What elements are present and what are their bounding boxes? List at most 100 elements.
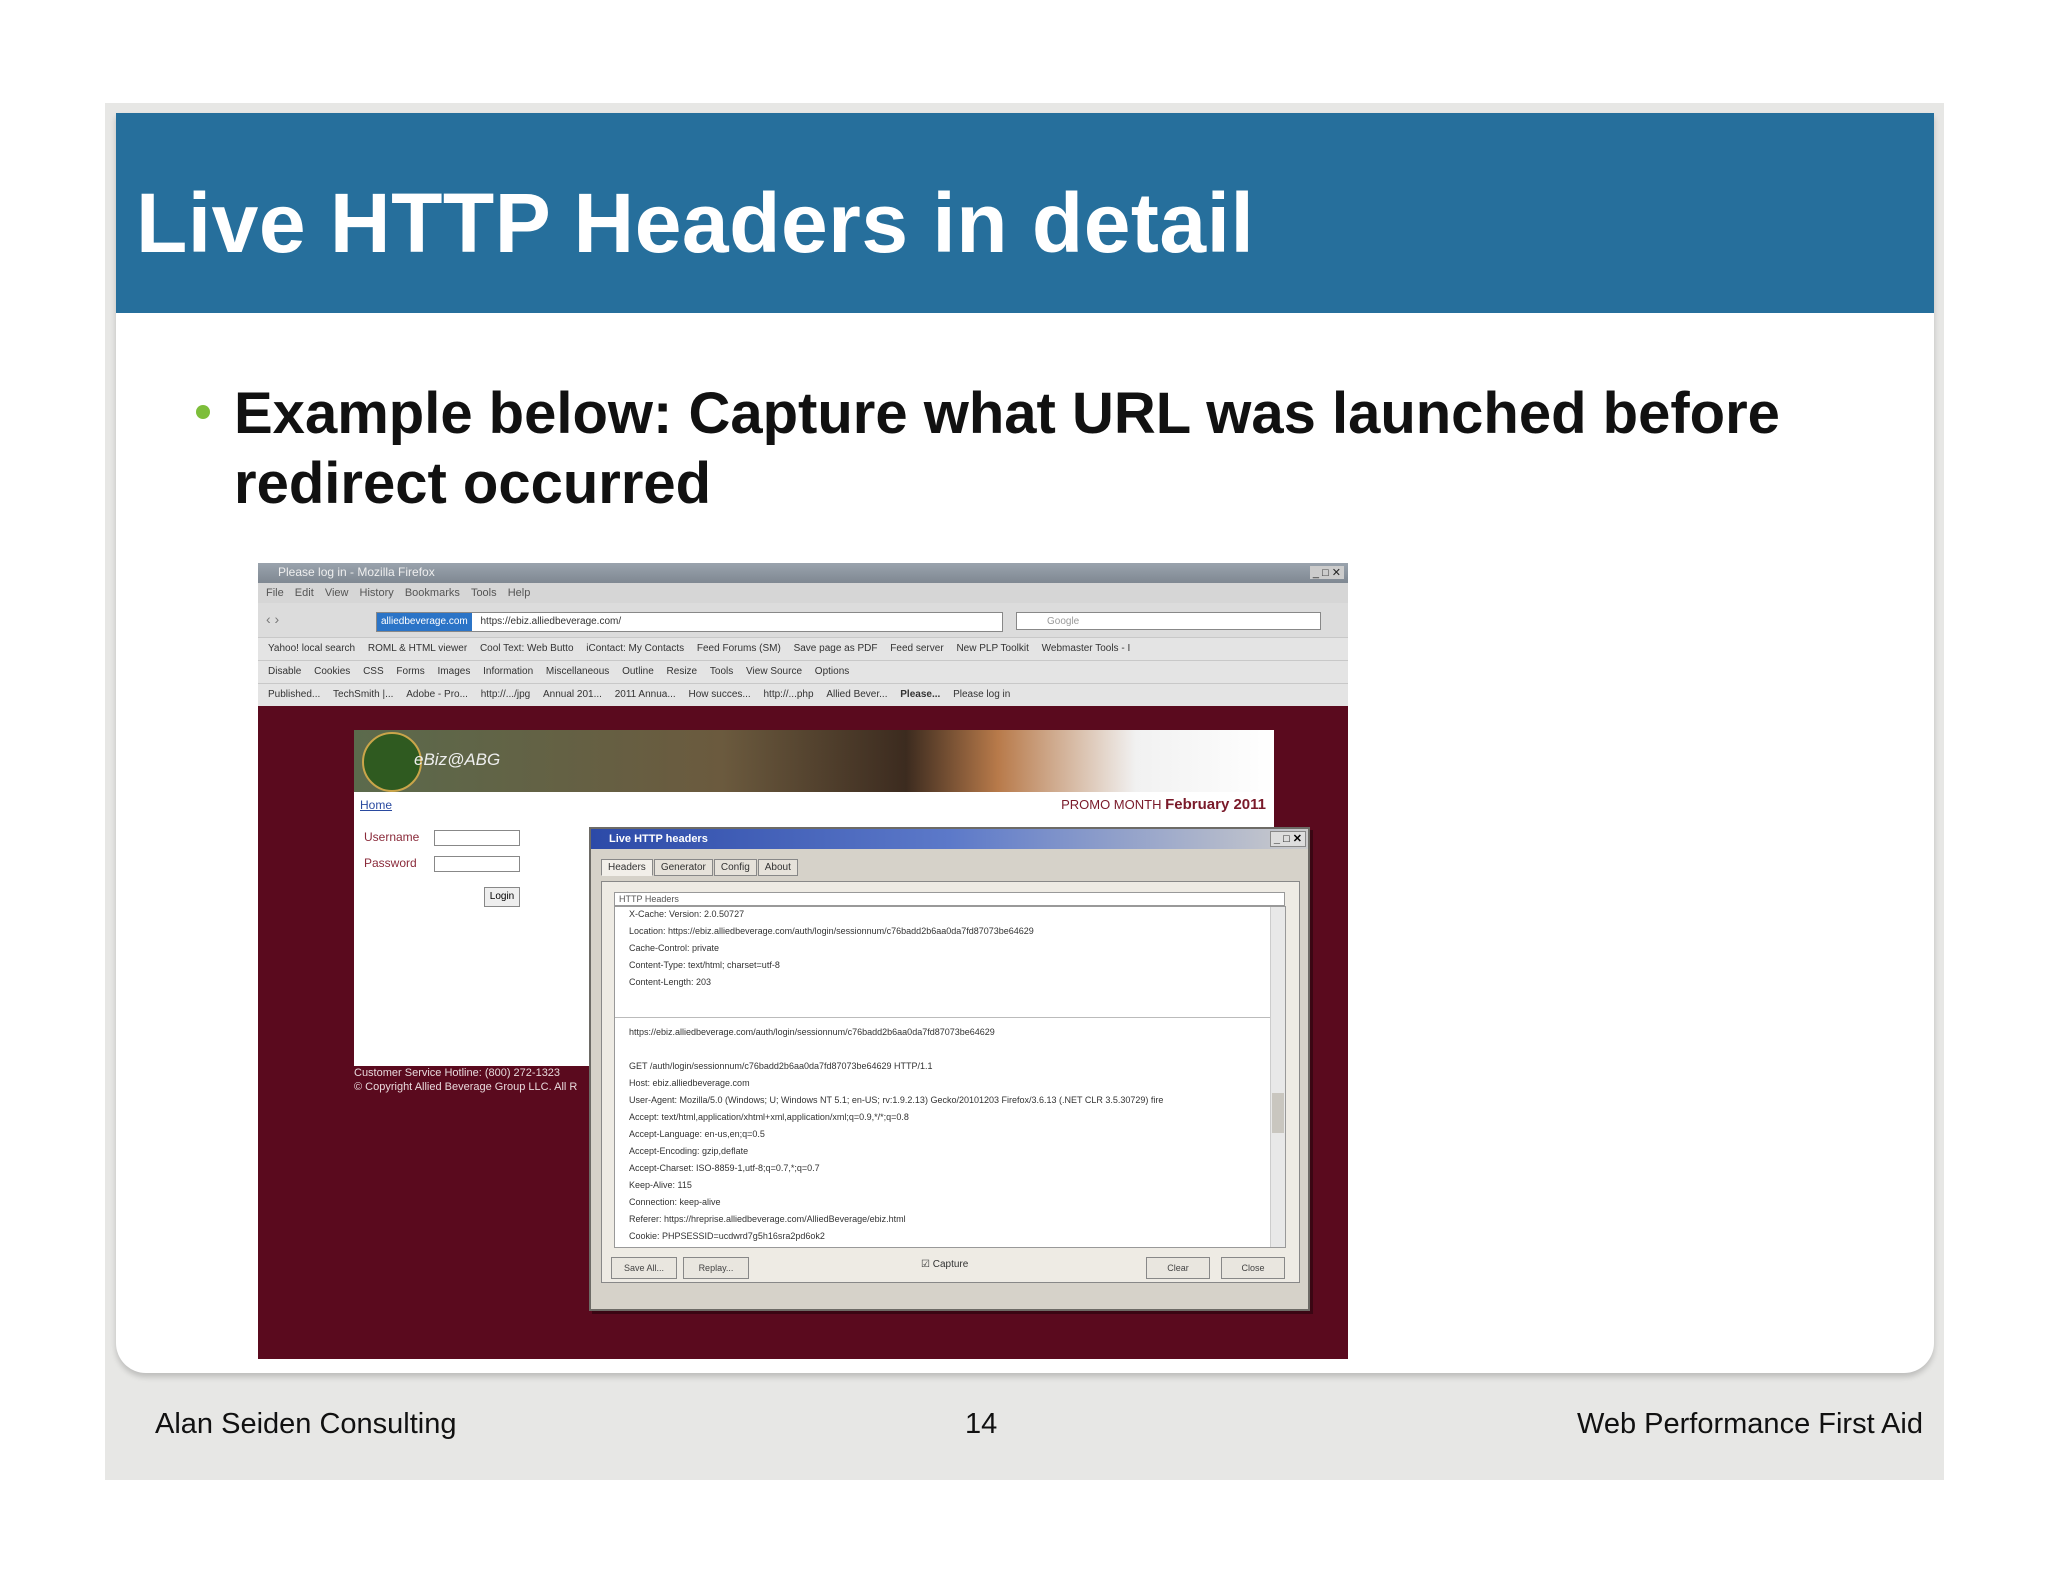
home-link[interactable]: Home bbox=[360, 798, 392, 812]
browser-tab[interactable]: TechSmith |... bbox=[333, 689, 393, 700]
browser-tab-active[interactable]: Please... bbox=[900, 689, 940, 700]
header-line: GET /auth/login/sessionnum/c76badd2b6aa0… bbox=[629, 1061, 933, 1071]
footer-presentation-title: Web Performance First Aid bbox=[1577, 1408, 1923, 1440]
webdev-item[interactable]: Forms bbox=[396, 666, 424, 677]
header-line: User-Agent: Mozilla/5.0 (Windows; U; Win… bbox=[629, 1095, 1164, 1105]
scroll-thumb[interactable] bbox=[1272, 1093, 1284, 1133]
header-line: Content-Type: text/html; charset=utf-8 bbox=[629, 960, 780, 970]
dialog-title-bar: Live HTTP headers _ □ ✕ bbox=[591, 829, 1308, 849]
menu-file[interactable]: File bbox=[266, 587, 284, 599]
bullet-text: Example below: Capture what URL was laun… bbox=[234, 381, 1780, 516]
back-icon[interactable]: ‹ › bbox=[266, 611, 279, 627]
webdev-item[interactable]: Outline bbox=[622, 666, 654, 677]
browser-tab[interactable]: Allied Bever... bbox=[826, 689, 887, 700]
webdev-item[interactable]: View Source bbox=[746, 666, 802, 677]
header-line: Content-Length: 203 bbox=[629, 977, 712, 987]
dialog-window-controls[interactable]: _ □ ✕ bbox=[1269, 831, 1306, 847]
username-field[interactable] bbox=[434, 830, 520, 846]
tab-generator[interactable]: Generator bbox=[653, 859, 713, 876]
site-banner: eBiz@ABG bbox=[354, 730, 1274, 792]
browser-screenshot: Please log in - Mozilla Firefox _ □ ✕ Fi… bbox=[258, 563, 1348, 1359]
tab-headers[interactable]: Headers bbox=[601, 859, 653, 876]
http-headers-column: HTTP Headers bbox=[614, 892, 1285, 906]
browser-tab[interactable]: Published... bbox=[268, 689, 320, 700]
webdev-item[interactable]: Miscellaneous bbox=[546, 666, 609, 677]
title-bar: Live HTTP Headers in detail bbox=[116, 113, 1934, 313]
header-line: Keep-Alive: 115 bbox=[629, 1180, 692, 1190]
menu-help[interactable]: Help bbox=[508, 587, 531, 599]
bookmark-item[interactable]: Webmaster Tools - I bbox=[1042, 643, 1131, 654]
login-button[interactable]: Login bbox=[484, 887, 520, 907]
vertical-scrollbar[interactable] bbox=[1270, 907, 1285, 1247]
bookmark-item[interactable]: Feed server bbox=[890, 643, 943, 654]
menu-edit[interactable]: Edit bbox=[295, 587, 314, 599]
webdev-item[interactable]: Images bbox=[438, 666, 471, 677]
headers-panel: HTTP Headers X-Cache: Version: 2.0.50727… bbox=[601, 881, 1300, 1283]
bookmark-item[interactable]: ROML & HTML viewer bbox=[368, 643, 467, 654]
menu-view[interactable]: View bbox=[325, 587, 349, 599]
browser-tab[interactable]: Annual 201... bbox=[543, 689, 602, 700]
bullet-icon bbox=[196, 405, 210, 419]
webdev-item[interactable]: Tools bbox=[710, 666, 733, 677]
webdev-item[interactable]: Options bbox=[815, 666, 849, 677]
site-footer: Customer Service Hotline: (800) 272-1323… bbox=[354, 1066, 594, 1106]
header-line: Cache-Control: private bbox=[629, 943, 720, 953]
browser-tab[interactable]: How succes... bbox=[688, 689, 750, 700]
menu-history[interactable]: History bbox=[360, 587, 394, 599]
browser-tab[interactable]: http://...php bbox=[764, 689, 814, 700]
firefox-title-bar: Please log in - Mozilla Firefox _ □ ✕ bbox=[258, 563, 1348, 583]
webdev-item[interactable]: Cookies bbox=[314, 666, 350, 677]
save-all-button[interactable]: Save All... bbox=[611, 1257, 677, 1279]
window-controls[interactable]: _ □ ✕ bbox=[1309, 566, 1344, 579]
capture-label: Capture bbox=[932, 1259, 969, 1270]
header-line: Location: https://ebiz.alliedbeverage.co… bbox=[629, 926, 1034, 936]
window-title: Please log in - Mozilla Firefox bbox=[278, 565, 435, 579]
password-label: Password bbox=[364, 856, 417, 870]
logo-seal-icon bbox=[362, 732, 422, 792]
bookmarks-toolbar: Yahoo! local search ROML & HTML viewer C… bbox=[258, 637, 1348, 660]
capture-checkbox[interactable]: ☑ Capture bbox=[921, 1259, 968, 1270]
browser-tab[interactable]: http://.../jpg bbox=[481, 689, 530, 700]
tab-about[interactable]: About bbox=[757, 859, 798, 876]
header-line: Accept-Language: en-us,en;q=0.5 bbox=[629, 1129, 765, 1139]
header-line: Accept-Charset: ISO-8859-1,utf-8;q=0.7,*… bbox=[629, 1163, 820, 1173]
promo-month-label: PROMO MONTH bbox=[1061, 797, 1162, 812]
bookmark-item[interactable]: Cool Text: Web Butto bbox=[480, 643, 574, 654]
promo-month: PROMO MONTH February 2011 bbox=[1061, 796, 1266, 813]
url-bar[interactable]: alliedbeverage.com https://ebiz.alliedbe… bbox=[376, 612, 1003, 632]
dialog-title: Live HTTP headers bbox=[609, 833, 708, 845]
menu-bookmarks[interactable]: Bookmarks bbox=[405, 587, 460, 599]
browser-tab[interactable]: Adobe - Pro... bbox=[406, 689, 468, 700]
clear-button[interactable]: Clear bbox=[1146, 1257, 1210, 1279]
web-developer-toolbar: Disable Cookies CSS Forms Images Informa… bbox=[258, 660, 1348, 683]
tab-strip: Published... TechSmith |... Adobe - Pro.… bbox=[258, 683, 1348, 706]
webdev-item[interactable]: Information bbox=[483, 666, 533, 677]
dialog-tabs: Headers Generator Config About bbox=[601, 859, 799, 876]
header-line: X-Cache: Version: 2.0.50727 bbox=[629, 909, 745, 919]
password-field[interactable] bbox=[434, 856, 520, 872]
bookmark-item[interactable]: New PLP Toolkit bbox=[956, 643, 1028, 654]
bookmark-item[interactable]: Save page as PDF bbox=[794, 643, 878, 654]
browser-tab[interactable]: Please log in bbox=[953, 689, 1010, 700]
footer-author: Alan Seiden Consulting bbox=[155, 1408, 457, 1440]
bookmark-item[interactable]: iContact: My Contacts bbox=[586, 643, 684, 654]
header-line: Accept: text/html,application/xhtml+xml,… bbox=[629, 1112, 909, 1122]
tab-config[interactable]: Config bbox=[713, 859, 757, 876]
menu-tools[interactable]: Tools bbox=[471, 587, 497, 599]
logo-text: eBiz@ABG bbox=[414, 750, 501, 769]
headers-list[interactable]: X-Cache: Version: 2.0.50727 Location: ht… bbox=[614, 906, 1286, 1248]
close-button[interactable]: Close bbox=[1221, 1257, 1285, 1279]
browser-tab[interactable]: 2011 Annua... bbox=[615, 689, 676, 700]
webdev-item[interactable]: CSS bbox=[363, 666, 384, 677]
request-separator bbox=[615, 1017, 1285, 1018]
replay-button[interactable]: Replay... bbox=[683, 1257, 749, 1279]
menu-bar: File Edit View History Bookmarks Tools H… bbox=[258, 583, 1348, 603]
webdev-item[interactable]: Disable bbox=[268, 666, 301, 677]
bookmark-item[interactable]: Yahoo! local search bbox=[268, 643, 355, 654]
header-line: Connection: keep-alive bbox=[629, 1197, 721, 1207]
search-box[interactable]: Google bbox=[1016, 612, 1321, 630]
webdev-item[interactable]: Resize bbox=[667, 666, 698, 677]
bookmark-item[interactable]: Feed Forums (SM) bbox=[697, 643, 781, 654]
page-number: 14 bbox=[965, 1408, 998, 1440]
promo-month-value: February 2011 bbox=[1165, 796, 1266, 813]
